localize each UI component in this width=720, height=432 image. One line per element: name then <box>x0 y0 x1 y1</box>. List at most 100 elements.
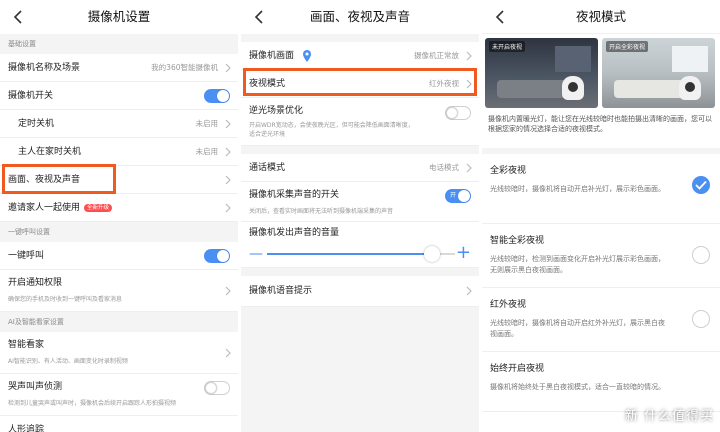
picture-night-sound-row[interactable]: 画面、夜视及声音 <box>0 166 238 194</box>
row-label: 定时关机 <box>18 119 55 129</box>
section-ai-settings: AI及智能看家设置 <box>0 312 238 332</box>
chevron-right-icon <box>466 79 472 89</box>
mode-title: 智能全彩夜视 <box>490 236 545 246</box>
invite-family-row[interactable]: 邀请家人一起使用 全新升级 <box>0 194 238 222</box>
row-value: 我的360智能摄像机 <box>151 63 218 72</box>
smart-guard-row[interactable]: 智能看家 AI智能识别、有人活动、画面变化时录制视频 <box>0 332 238 374</box>
camera-name-row[interactable]: 摄像机名称及场景 我的360智能摄像机 <box>0 54 238 82</box>
section-call-settings: 一键呼叫设置 <box>0 222 238 242</box>
page-title: 画面、夜视及声音 <box>309 9 410 24</box>
chevron-right-icon <box>225 203 231 213</box>
mode-option-smart-full-color[interactable]: 智能全彩夜视 光线较暗时，检测到画面变化开启补光灯展示彩色画面，无则展示黑白夜视… <box>482 224 720 288</box>
row-label: 一键呼叫 <box>8 251 45 261</box>
page-title: 夜视模式 <box>575 9 626 24</box>
back-icon[interactable] <box>249 0 269 34</box>
chevron-right-icon <box>225 348 231 358</box>
chevron-right-icon <box>225 63 231 73</box>
header: 夜视模式 <box>482 0 720 34</box>
notification-permission-row[interactable]: 开启通知权限 确保您的手机及时收到一键呼叫及看家消息 <box>0 270 238 312</box>
camera-view-row[interactable]: 摄像机画面 摄像机正常放 <box>241 42 479 70</box>
chevron-right-icon <box>466 286 472 296</box>
row-label: 人形追踪 <box>8 425 45 432</box>
row-description: 检测到儿童哭声或叫声时，摄像机会后续开启跟踪人形拍摄视频 <box>8 400 177 407</box>
back-icon[interactable] <box>8 0 28 34</box>
night-vision-mode-panel: 夜视模式 未开启夜视 开启全彩夜视 摄像机内置暖光灯，能让您在光线较暗时也能拍摄… <box>482 0 720 432</box>
one-key-call-row: 一键呼叫 <box>0 242 238 270</box>
row-description: 确保您的手机及时收到一键呼叫及看家消息 <box>8 296 123 303</box>
capture-sound-row: 摄像机采集声音的开关 关闭后，查看实时画面将无法听到摄像机端采集的声音 开 <box>241 182 479 222</box>
row-label-wrap: 邀请家人一起使用 全新升级 <box>8 194 113 222</box>
night-vision-mode-row[interactable]: 夜视模式 红外夜视 <box>241 70 479 98</box>
chevron-right-icon <box>225 119 231 129</box>
camera-settings-panel: 摄像机设置 基础设置 摄像机名称及场景 我的360智能摄像机 摄像机开关 定时关… <box>0 0 238 432</box>
row-value: 红外夜视 <box>429 79 459 88</box>
row-label: 画面、夜视及声音 <box>8 175 81 185</box>
mode-desc: 摄像机将始终处于黑白夜视模式，适合一直较暗的情况。 <box>490 383 665 391</box>
header: 摄像机设置 <box>0 0 238 34</box>
volume-up-icon[interactable]: + <box>456 244 471 262</box>
row-value: 未启用 <box>195 147 219 156</box>
spacer <box>241 146 479 154</box>
volume-slider[interactable] <box>267 246 455 262</box>
volume-thumb[interactable] <box>424 246 441 262</box>
row-description-2: 适合逆光环境 <box>249 131 286 138</box>
row-value: 未启用 <box>195 119 219 128</box>
row-description: AI智能识别、有人活动、画面变化时录制视频 <box>8 358 128 365</box>
backlight-optimize-toggle[interactable] <box>445 106 471 120</box>
page-title: 摄像机设置 <box>87 9 151 24</box>
call-mode-row[interactable]: 通话模式 电话模式 <box>241 154 479 182</box>
radio-unselected[interactable] <box>692 310 710 328</box>
cry-detection-toggle[interactable] <box>204 381 230 395</box>
new-upgrade-badge: 全新升级 <box>84 203 113 212</box>
row-value: 电话模式 <box>429 163 459 172</box>
chevron-right-icon <box>225 286 231 296</box>
voice-prompt-row[interactable]: 摄像机语音提示 <box>241 276 479 307</box>
row-label: 邀请家人一起使用 <box>8 203 81 213</box>
row-label: 夜视模式 <box>249 79 286 89</box>
night-vision-off-image: 未开启夜视 <box>485 38 598 108</box>
row-label: 开启通知权限 <box>8 278 63 288</box>
volume-down-icon[interactable]: — <box>249 247 263 261</box>
capture-sound-toggle[interactable]: 开 <box>445 189 471 203</box>
mode-desc: 光线较暗时，检测到画面变化开启补光灯展示彩色画面，无则展示黑白夜视画面。 <box>490 255 665 274</box>
mode-title: 全彩夜视 <box>490 166 527 176</box>
mode-option-always-on[interactable]: 始终开启夜视 摄像机将始终处于黑白夜视模式，适合一直较暗的情况。 <box>482 352 720 412</box>
one-key-call-toggle[interactable] <box>204 249 230 263</box>
row-description: 关闭后，查看实时画面将无法听到摄像机端采集的声音 <box>249 208 394 215</box>
row-label: 摄像机名称及场景 <box>8 63 81 73</box>
row-label: 智能看家 <box>8 340 45 350</box>
location-pin-icon <box>303 50 311 62</box>
cry-detection-row: 哭声叫声侦测 检测到儿童哭声或叫声时，摄像机会后续开启跟踪人形拍摄视频 <box>0 374 238 416</box>
image-label: 未开启夜视 <box>489 41 526 52</box>
row-label: 主人在家时关机 <box>18 147 82 157</box>
chevron-right-icon <box>225 175 231 185</box>
image-label: 开启全彩夜视 <box>606 41 649 52</box>
row-label: 摄像机语音提示 <box>249 286 313 296</box>
header: 画面、夜视及声音 <box>241 0 479 34</box>
bottom-cut-row[interactable]: 人形追踪 <box>0 416 238 432</box>
radio-unselected[interactable] <box>692 246 710 264</box>
row-label: 逆光场景优化 <box>249 106 304 116</box>
home-off-row[interactable]: 主人在家时关机 未启用 <box>0 138 238 166</box>
row-label: 通话模式 <box>249 163 286 173</box>
mode-desc: 光线较暗时，摄像机将自动开启补光灯，展示彩色画面。 <box>490 185 665 193</box>
chevron-right-icon <box>225 147 231 157</box>
toggle-text: 开 <box>450 192 457 199</box>
mode-description: 摄像机内置暖光灯，能让您在光线较暗时也能拍摄出清晰的画面，您可以根据您家的情况选… <box>482 110 720 154</box>
chevron-right-icon <box>466 51 472 61</box>
row-label: 哭声叫声侦测 <box>8 382 63 392</box>
picture-night-sound-panel: 画面、夜视及声音 摄像机画面 摄像机正常放 夜视模式 红外夜视 逆光场景优化 开… <box>241 0 479 432</box>
spacer <box>241 34 479 42</box>
watermark: 新 什么值得买 <box>624 409 714 424</box>
mode-option-full-color[interactable]: 全彩夜视 光线较暗时，摄像机将自动开启补光灯，展示彩色画面。 <box>482 154 720 224</box>
back-icon[interactable] <box>490 0 510 34</box>
chevron-right-icon <box>466 163 472 173</box>
row-value: 摄像机正常放 <box>414 51 459 60</box>
check-icon[interactable] <box>692 176 710 194</box>
comparison-images: 未开启夜视 开启全彩夜视 <box>482 34 720 110</box>
full-color-night-image: 开启全彩夜视 <box>602 38 715 108</box>
section-basic-settings: 基础设置 <box>0 34 238 54</box>
camera-switch-toggle[interactable] <box>204 89 230 103</box>
scheduled-off-row[interactable]: 定时关机 未启用 <box>0 110 238 138</box>
mode-option-infrared[interactable]: 红外夜视 光线较暗时，摄像机将自动开启红外补光灯，展示黑白夜视画面。 <box>482 288 720 352</box>
